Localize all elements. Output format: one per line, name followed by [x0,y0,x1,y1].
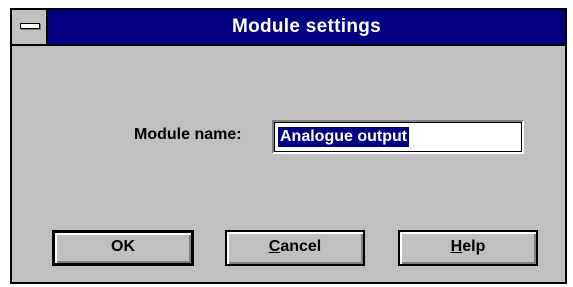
module-name-input[interactable]: Analogue output [272,120,524,154]
cancel-button-label-rest: ancel [280,238,322,255]
cancel-accelerator: C [268,238,281,255]
system-menu-button[interactable] [12,10,48,44]
system-menu-icon [20,23,40,29]
module-name-value: Analogue output [278,127,410,147]
help-button-label-rest: elp [462,238,486,255]
ok-button[interactable]: OK [52,230,194,266]
window-title: Module settings [231,16,382,37]
cancel-button[interactable]: Cancel [225,230,365,266]
module-settings-dialog: Module settings Module name: Analogue ou… [10,8,567,284]
ok-button-label: OK [111,238,135,255]
help-accelerator: H [450,238,463,255]
title-bar[interactable]: Module settings [12,10,565,46]
module-name-label: Module name: [134,126,242,143]
help-button[interactable]: Help [398,230,538,266]
